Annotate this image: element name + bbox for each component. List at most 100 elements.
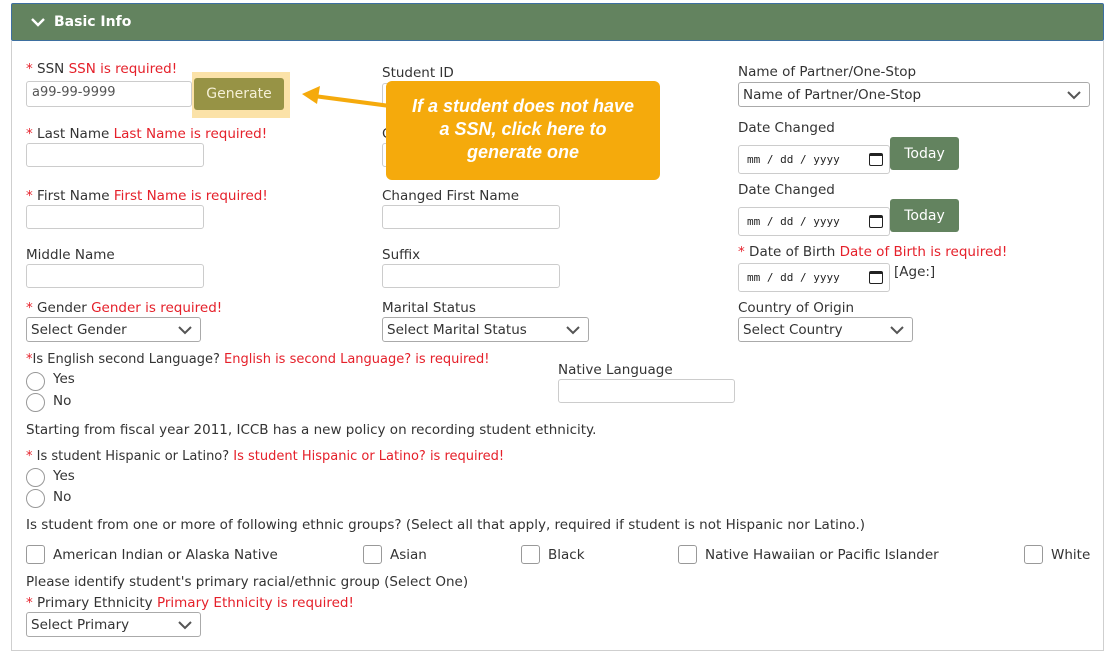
last-name-input[interactable] <box>26 143 204 167</box>
dob-label: * Date of Birth Date of Birth is require… <box>738 244 1007 260</box>
date-changed-1-input[interactable]: mm / dd / yyyy <box>738 145 890 174</box>
native-language-label: Native Language <box>558 362 673 378</box>
required-star: * <box>26 595 38 611</box>
checkbox-black[interactable] <box>521 545 540 564</box>
esl-label-text: Is English second Language? <box>32 352 224 367</box>
required-star: * <box>738 244 750 260</box>
hispanic-error: Is student Hispanic or Latino? is requir… <box>233 449 505 464</box>
gender-label: * Gender Gender is required! <box>26 300 222 316</box>
chevron-down-icon <box>178 325 192 334</box>
esl-no-radio[interactable] <box>26 393 45 412</box>
changed-first-name-input[interactable] <box>382 205 560 229</box>
primary-note: Please identify student's primary racial… <box>26 574 469 590</box>
calendar-icon[interactable] <box>869 271 883 284</box>
callout-line-1: If a student does not have <box>411 96 635 116</box>
primary-selected: Select Primary <box>31 616 130 633</box>
partner-select[interactable]: Name of Partner/One-Stop <box>738 82 1090 107</box>
callout-line-2: a SSN, click here to <box>439 119 607 139</box>
esl-yes-radio[interactable] <box>26 372 45 391</box>
generate-button[interactable]: Generate <box>194 78 284 110</box>
gender-select[interactable]: Select Gender <box>26 317 201 342</box>
ssn-error: SSN is required! <box>68 61 178 77</box>
checkbox-white[interactable] <box>1024 545 1043 564</box>
ssn-label-text: SSN <box>37 61 69 77</box>
primary-error: Primary Ethnicity is required! <box>156 595 354 611</box>
last-name-label-text: Last Name <box>37 126 114 142</box>
marital-selected: Select Marital Status <box>387 321 527 338</box>
ssn-input[interactable]: a99-99-9999 <box>26 81 192 107</box>
chevron-down-icon <box>566 325 580 334</box>
required-star: * <box>26 61 38 77</box>
label-native-hawaiian: Native Hawaiian or Pacific Islander <box>705 547 939 563</box>
esl-error: English is second Language? is required! <box>224 352 490 367</box>
checkbox-asian[interactable] <box>363 545 382 564</box>
date-changed-2-label: Date Changed <box>738 182 835 198</box>
last-name-label: * Last Name Last Name is required! <box>26 126 267 142</box>
hispanic-yes-label: Yes <box>53 468 75 484</box>
suffix-label: Suffix <box>382 247 421 263</box>
date-changed-2-input[interactable]: mm / dd / yyyy <box>738 207 890 236</box>
student-id-label: Student ID <box>382 65 454 81</box>
label-asian: Asian <box>390 547 427 563</box>
dob-label-text: Date of Birth <box>749 244 840 260</box>
middle-name-label: Middle Name <box>26 247 115 263</box>
date-placeholder: mm / dd / yyyy <box>747 215 840 228</box>
ethnic-groups-prompt: Is student from one or more of following… <box>26 517 866 533</box>
partner-label: Name of Partner/One-Stop <box>738 64 917 80</box>
callout-arrow-icon <box>302 86 391 108</box>
native-language-input[interactable] <box>558 379 735 403</box>
country-label: Country of Origin <box>738 300 855 316</box>
marital-select[interactable]: Select Marital Status <box>382 317 589 342</box>
hispanic-no-radio[interactable] <box>26 489 45 508</box>
gender-label-text: Gender <box>37 300 92 316</box>
label-black: Black <box>548 547 585 563</box>
hispanic-label-text: Is student Hispanic or Latino? <box>36 449 234 464</box>
label-white: White <box>1051 547 1091 563</box>
calendar-icon[interactable] <box>869 215 883 228</box>
date-changed-1-label: Date Changed <box>738 120 835 136</box>
today-button-1[interactable]: Today <box>890 137 959 170</box>
required-star: * <box>26 188 38 204</box>
required-star: * <box>26 449 37 464</box>
country-select[interactable]: Select Country <box>738 317 913 342</box>
first-name-label-text: First Name <box>37 188 114 204</box>
esl-no-label: No <box>53 393 72 409</box>
first-name-error: First Name is required! <box>113 188 268 204</box>
date-placeholder: mm / dd / yyyy <box>747 153 840 166</box>
first-name-input[interactable] <box>26 205 204 229</box>
hispanic-yes-radio[interactable] <box>26 468 45 487</box>
last-name-error: Last Name is required! <box>113 126 268 142</box>
panel-title: Basic Info <box>54 14 132 30</box>
checkbox-american-indian[interactable] <box>26 545 45 564</box>
callout-line-3: generate one <box>466 142 580 162</box>
policy-note: Starting from fiscal year 2011, ICCB has… <box>26 422 597 438</box>
gender-error: Gender is required! <box>91 300 223 316</box>
primary-label: * Primary Ethnicity Primary Ethnicity is… <box>26 595 354 611</box>
suffix-input[interactable] <box>382 264 560 288</box>
primary-label-text: Primary Ethnicity <box>37 595 157 611</box>
hispanic-label: * Is student Hispanic or Latino? Is stud… <box>26 449 504 464</box>
country-selected: Select Country <box>743 321 843 338</box>
first-name-label: * First Name First Name is required! <box>26 188 268 204</box>
chevron-down-icon <box>31 18 45 27</box>
chevron-down-icon <box>1067 90 1081 99</box>
required-star: * <box>26 300 38 316</box>
changed-first-name-label: Changed First Name <box>382 188 520 204</box>
checkbox-native-hawaiian[interactable] <box>678 545 697 564</box>
basic-info-header[interactable]: Basic Info <box>11 3 1104 41</box>
middle-name-input[interactable] <box>26 264 204 288</box>
today-button-2[interactable]: Today <box>890 199 959 232</box>
dob-error: Date of Birth is required! <box>839 244 1008 260</box>
gender-selected: Select Gender <box>31 321 127 338</box>
primary-ethnicity-select[interactable]: Select Primary <box>26 612 201 637</box>
dob-input[interactable]: mm / dd / yyyy <box>738 263 890 292</box>
esl-yes-label: Yes <box>53 371 75 387</box>
chevron-down-icon <box>178 620 192 629</box>
date-placeholder: mm / dd / yyyy <box>747 271 840 284</box>
chevron-down-icon <box>890 325 904 334</box>
label-american-indian: American Indian or Alaska Native <box>53 547 278 563</box>
ssn-label: * SSN SSN is required! <box>26 61 177 77</box>
calendar-icon[interactable] <box>869 153 883 166</box>
required-star: * <box>26 126 38 142</box>
age-display: [Age:] <box>894 264 936 280</box>
